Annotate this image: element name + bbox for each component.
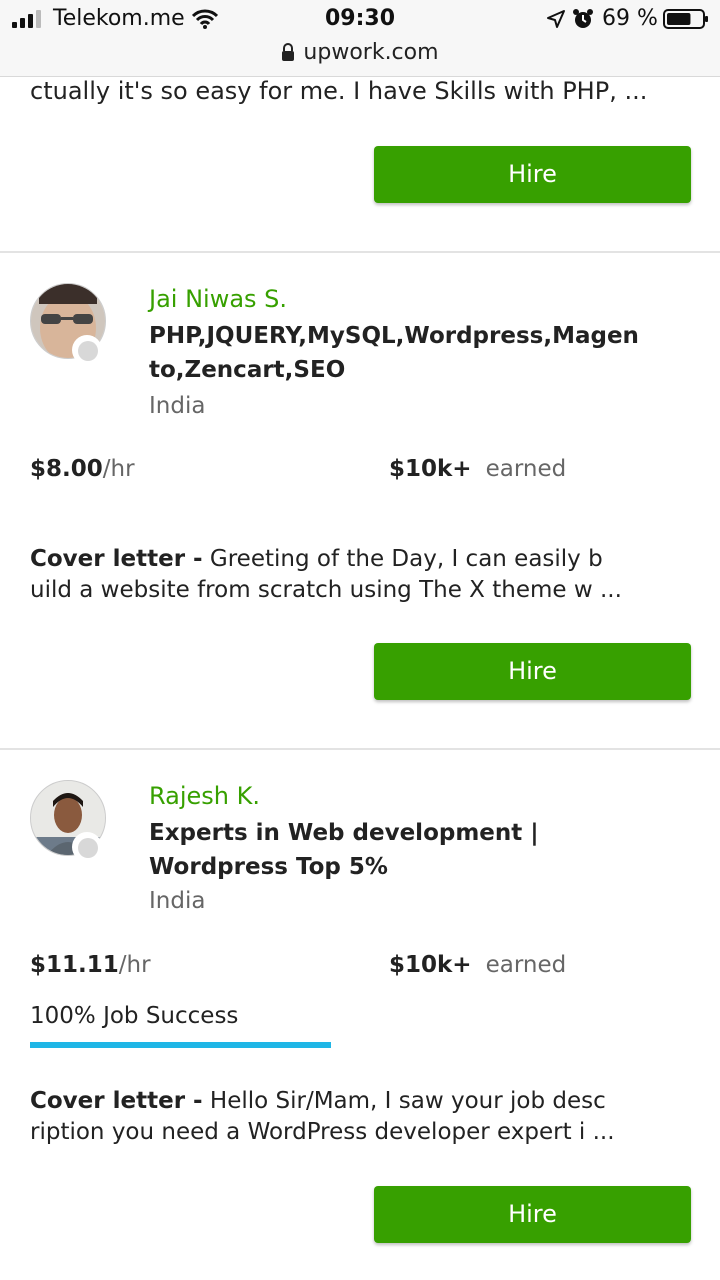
- freelancer-title: PHP,JQUERY,MySQL,Wordpress,Magen to,Zenc…: [149, 323, 639, 383]
- freelancer-country: India: [149, 393, 206, 419]
- freelancer-country: India: [149, 888, 206, 914]
- job-success-bar: [30, 1042, 331, 1048]
- job-success-label: 100% Job Success: [30, 1003, 239, 1029]
- hourly-rate: $11.11/hr: [30, 952, 151, 978]
- status-dot: [72, 832, 102, 862]
- total-earned: $10k+ earned: [389, 456, 567, 482]
- battery-percent: 69 %: [602, 6, 658, 31]
- status-dot: [72, 335, 102, 365]
- hire-button[interactable]: Hire: [374, 643, 691, 700]
- freelancer-card: Rajesh K. Experts in Web development | W…: [0, 750, 720, 1280]
- proposal-card-partial: ctually it's so easy for me. I have Skil…: [0, 76, 720, 252]
- total-earned: $10k+ earned: [389, 952, 567, 978]
- location-arrow-icon: [547, 10, 565, 28]
- cover-letter-snippet: ctually it's so easy for me. I have Skil…: [30, 77, 648, 105]
- freelancer-title: Experts in Web development | Wordpress T…: [149, 820, 539, 880]
- battery-icon: [663, 9, 708, 29]
- cover-letter: Cover letter - Hello Sir/Mam, I saw your…: [30, 1088, 615, 1145]
- url-text: upwork.com: [303, 40, 439, 65]
- cover-letter: Cover letter - Greeting of the Day, I ca…: [30, 546, 622, 603]
- address-bar[interactable]: upwork.com: [0, 40, 720, 77]
- hire-button[interactable]: Hire: [374, 146, 691, 203]
- hire-button[interactable]: Hire: [374, 1186, 691, 1243]
- alarm-icon: [573, 9, 593, 28]
- freelancer-name[interactable]: Jai Niwas S.: [149, 285, 287, 313]
- freelancer-name[interactable]: Rajesh K.: [149, 782, 260, 810]
- lock-icon: [282, 43, 295, 61]
- status-bar: Telekom.me 09:30 69 %: [0, 0, 720, 40]
- hourly-rate: $8.00/hr: [30, 456, 135, 482]
- freelancer-card: Jai Niwas S. PHP,JQUERY,MySQL,Wordpress,…: [0, 253, 720, 748]
